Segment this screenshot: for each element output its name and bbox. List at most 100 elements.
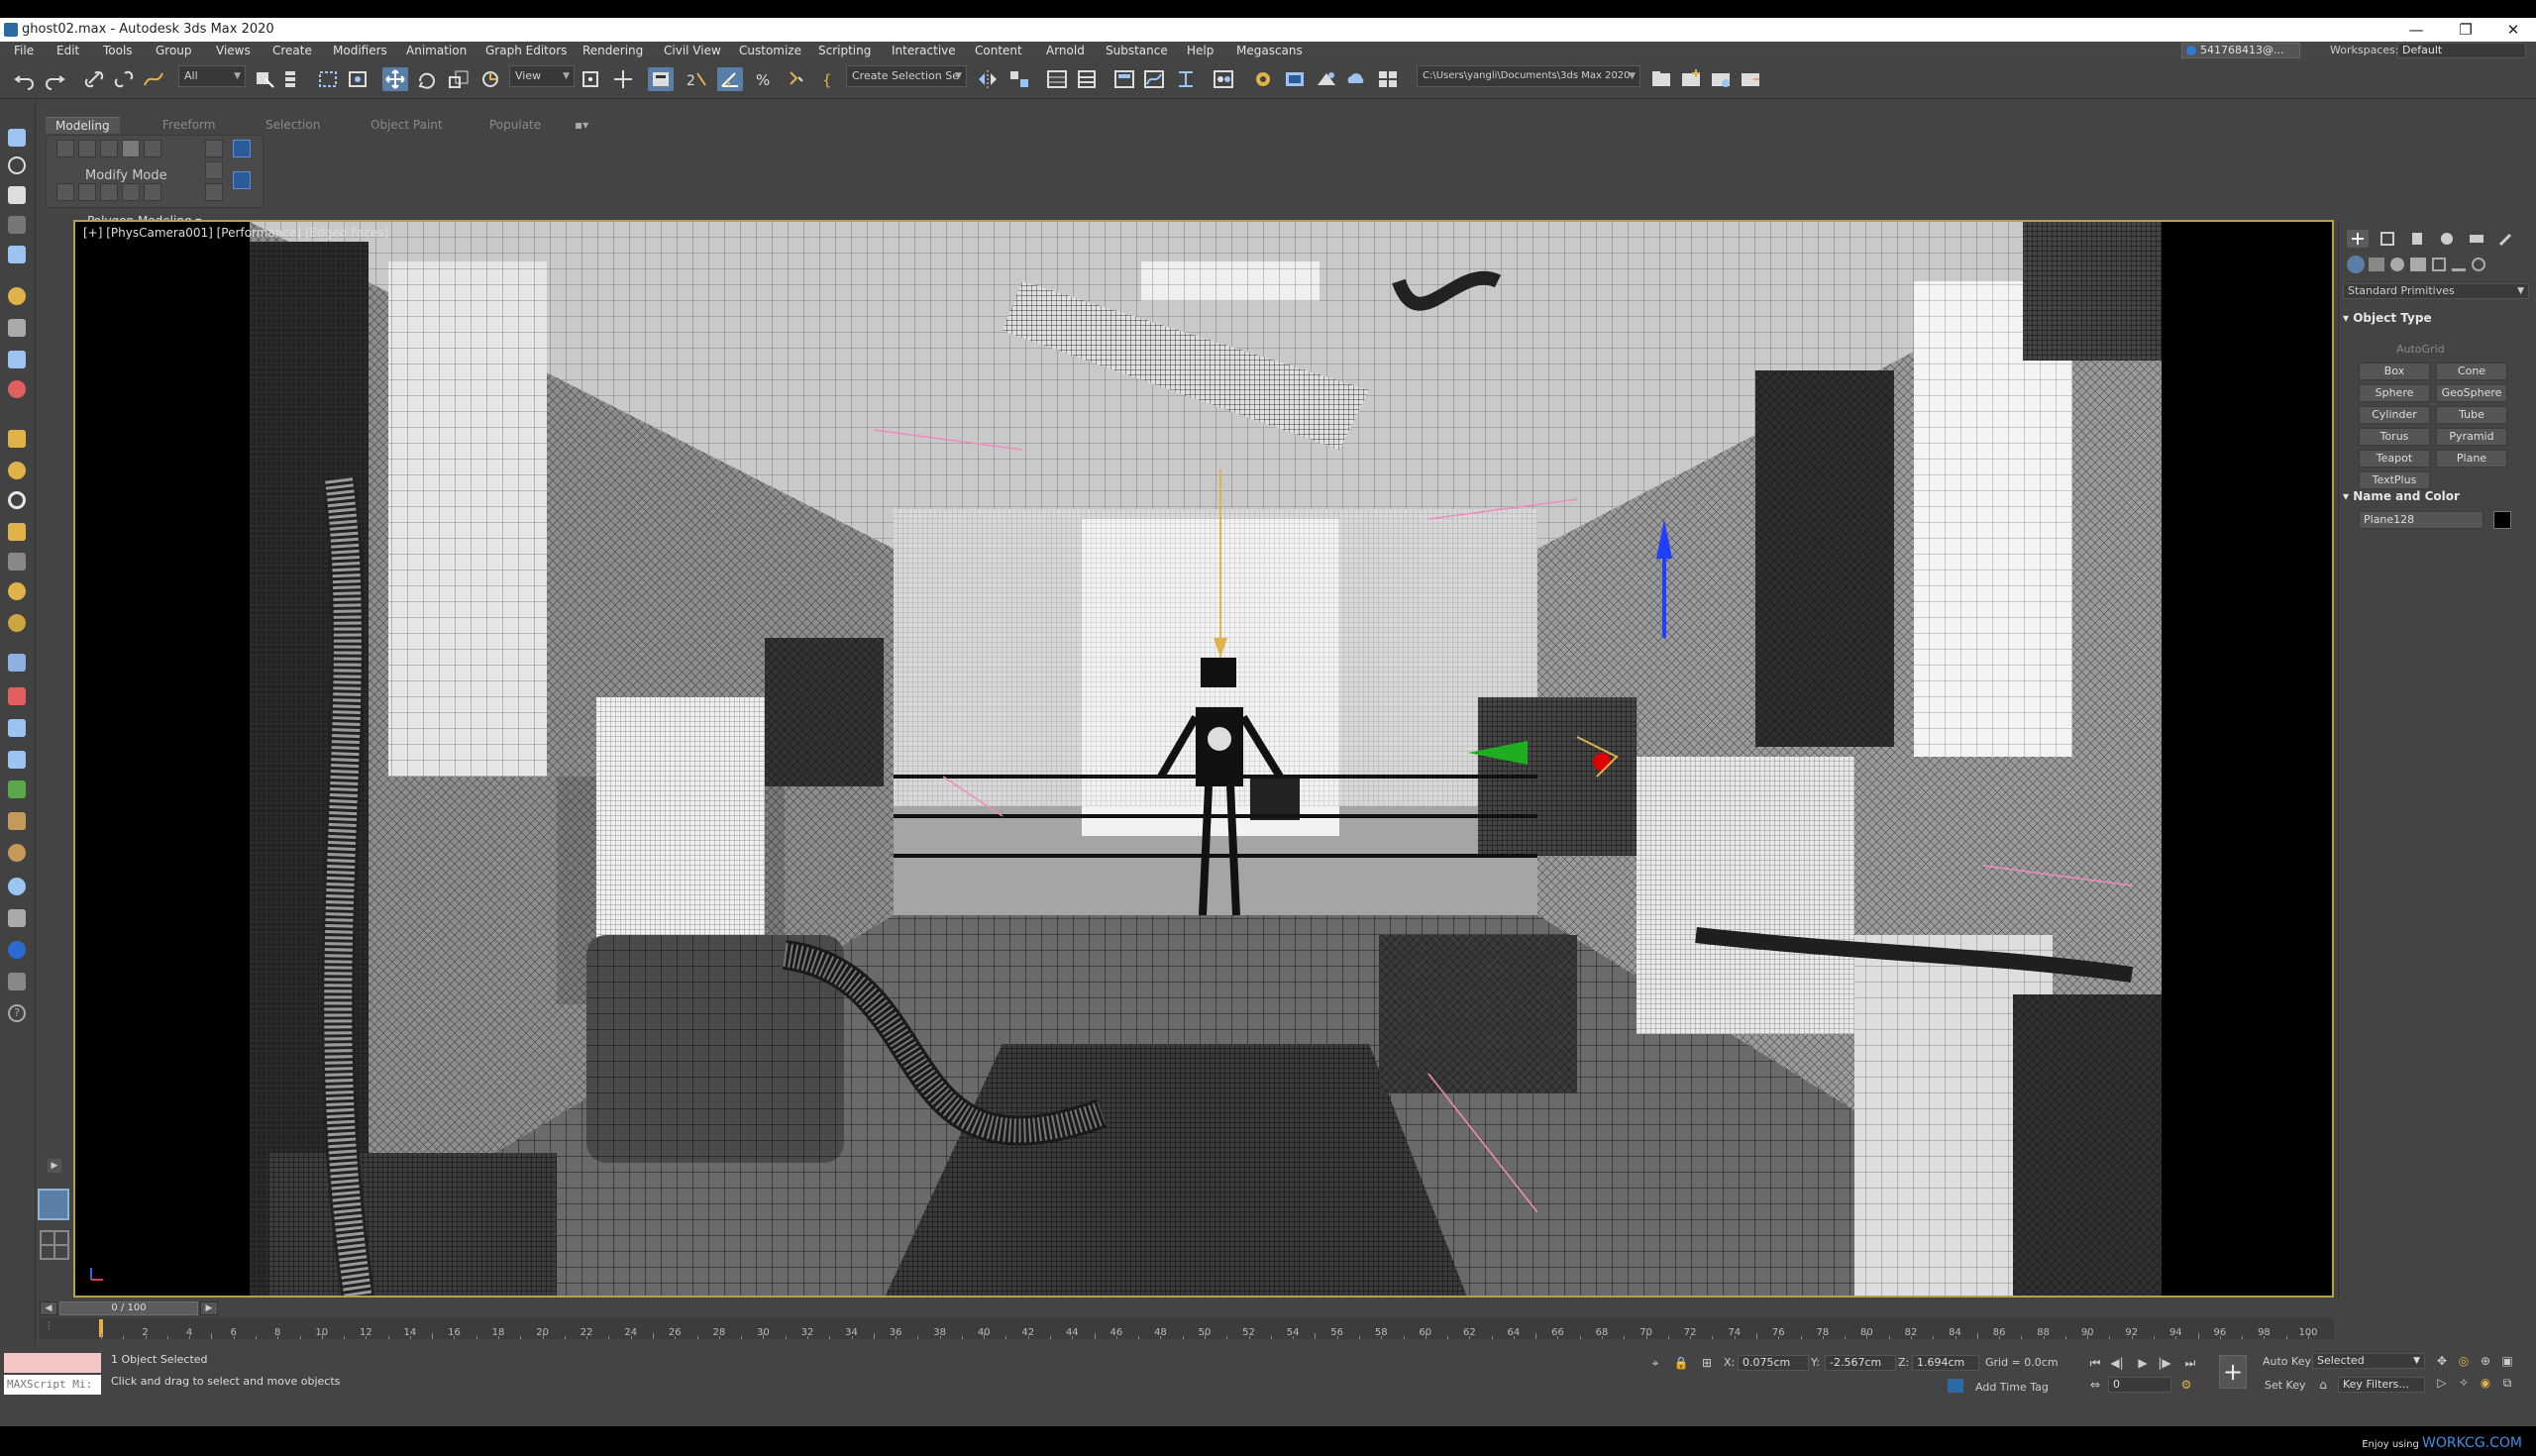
menu-modifiers[interactable]: Modifiers: [333, 43, 387, 58]
select-and-move-icon[interactable]: [382, 67, 408, 91]
scene-explorer-icon[interactable]: [1044, 67, 1070, 91]
sphere-icon[interactable]: [8, 462, 26, 479]
name-and-color-rollout[interactable]: ▾ Name and Color: [2343, 489, 2460, 503]
minimize-button[interactable]: —: [2393, 18, 2439, 42]
create-shape-icon[interactable]: [8, 156, 26, 174]
torus-button[interactable]: Torus: [2359, 428, 2430, 446]
select-manipulate-icon[interactable]: [610, 67, 636, 91]
angle-snap-icon[interactable]: [717, 67, 743, 91]
maxscript-input[interactable]: MAXScript Mi:: [4, 1375, 101, 1395]
menu-civil-view[interactable]: Civil View: [664, 43, 721, 58]
helper-icon[interactable]: [8, 351, 26, 368]
geosphere-icon[interactable]: [8, 614, 26, 632]
cylinder-icon[interactable]: [8, 523, 26, 541]
torus-icon[interactable]: [8, 491, 26, 509]
teapot-button[interactable]: Teapot: [2359, 450, 2430, 468]
tab-selection[interactable]: Selection: [265, 117, 320, 133]
project-refresh-icon[interactable]: [1738, 67, 1763, 91]
select-and-rotate-icon[interactable]: [414, 67, 440, 91]
project-settings-icon[interactable]: [1708, 67, 1734, 91]
textplus-button[interactable]: TextPlus: [2359, 471, 2430, 489]
box-icon[interactable]: [8, 430, 26, 448]
close-button[interactable]: ✕: [2490, 18, 2536, 42]
tool-icon[interactable]: [8, 844, 26, 862]
snaps-toggle-icon[interactable]: 2: [684, 67, 709, 91]
project-new-icon[interactable]: [1678, 67, 1704, 91]
cone-button[interactable]: Cone: [2436, 363, 2507, 380]
tool-icon[interactable]: [8, 780, 26, 798]
motion-icon[interactable]: [8, 246, 26, 263]
previous-frame-arrow[interactable]: ◀: [40, 1301, 57, 1315]
a360-gallery-icon[interactable]: [1375, 67, 1401, 91]
mirror-icon[interactable]: [975, 67, 1001, 91]
maximize-viewport-icon[interactable]: ⧉: [2498, 1375, 2516, 1391]
material-editor-icon[interactable]: [1211, 67, 1236, 91]
pan-icon[interactable]: ✥: [2433, 1353, 2451, 1369]
tool-icon[interactable]: [8, 973, 26, 990]
use-pivot-center-icon[interactable]: [579, 67, 604, 91]
edit-border-button[interactable]: [100, 140, 118, 157]
tool-icon[interactable]: [8, 878, 26, 895]
go-to-start-icon[interactable]: ⏮: [2086, 1355, 2104, 1371]
render-in-cloud-icon[interactable]: [1343, 67, 1369, 91]
reference-coordinate-dropdown[interactable]: View ▼: [509, 65, 575, 87]
key-filters-button[interactable]: Key Filters...: [2338, 1377, 2425, 1393]
key-mode-icon[interactable]: ⇔: [2086, 1377, 2104, 1393]
selection-filter-dropdown[interactable]: All ▼: [178, 65, 246, 87]
workspace-dropdown[interactable]: Default: [2397, 43, 2526, 58]
ribbon-blue-tool-button[interactable]: [233, 140, 251, 157]
menu-content[interactable]: Content: [975, 43, 1022, 58]
orbit-subobject-icon[interactable]: ◉: [2477, 1375, 2494, 1391]
auto-key-button[interactable]: Auto Key: [2263, 1355, 2311, 1368]
project-folder-dropdown[interactable]: C:\Users\yangli\Documents\3ds Max 2020 ▼: [1417, 65, 1640, 87]
tool-icon[interactable]: [8, 812, 26, 830]
shapes-category-icon[interactable]: [2369, 258, 2384, 271]
lights-category-icon[interactable]: [2390, 258, 2404, 271]
single-viewport-layout[interactable]: [38, 1189, 69, 1220]
field-of-view-icon[interactable]: ▷: [2433, 1375, 2451, 1391]
select-by-name-icon[interactable]: [281, 67, 307, 91]
curve-editor-icon[interactable]: [1141, 67, 1167, 91]
menu-arnold[interactable]: Arnold: [1046, 43, 1085, 58]
edit-polygon-button[interactable]: [122, 140, 140, 157]
tube-button[interactable]: Tube: [2436, 406, 2507, 424]
open-mini-curve-editor-icon[interactable]: ⫶: [48, 1321, 51, 1332]
help-icon[interactable]: ?: [8, 1004, 26, 1022]
menu-group[interactable]: Group: [156, 43, 192, 58]
menu-graph-editors[interactable]: Graph Editors: [485, 43, 567, 58]
helpers-category-icon[interactable]: [2432, 258, 2446, 271]
zoom-icon[interactable]: ⊕: [2477, 1353, 2494, 1369]
ribbon-tool-button[interactable]: [122, 183, 140, 201]
menu-substance[interactable]: Substance: [1106, 43, 1168, 58]
pyramid-button[interactable]: Pyramid: [2436, 428, 2507, 446]
menu-customize[interactable]: Customize: [739, 43, 801, 58]
motion-panel-tab[interactable]: [2436, 230, 2458, 248]
select-and-place-icon[interactable]: [477, 67, 503, 91]
link-icon[interactable]: [81, 67, 107, 91]
select-object-icon[interactable]: [252, 67, 277, 91]
scene-explorer-icon[interactable]: [8, 129, 26, 147]
account-dropdown[interactable]: 541768413@...: [2181, 43, 2300, 58]
object-type-rollout[interactable]: ▾ Object Type: [2343, 311, 2432, 325]
ribbon-toggle-icon[interactable]: [1111, 67, 1137, 91]
key-filter-icon[interactable]: ⌂: [2314, 1377, 2332, 1393]
tab-object-paint[interactable]: Object Paint: [370, 117, 443, 133]
ribbon-blue-tool-button[interactable]: [233, 171, 251, 189]
tool-icon[interactable]: [8, 719, 26, 737]
zoom-extents-icon[interactable]: ▣: [2498, 1353, 2516, 1369]
edit-named-selection-icon[interactable]: {: [818, 67, 844, 91]
project-open-icon[interactable]: [1648, 67, 1674, 91]
menu-rendering[interactable]: Rendering: [582, 43, 643, 58]
camera-icon[interactable]: [8, 319, 26, 337]
time-tag-icon[interactable]: [1948, 1379, 1963, 1393]
ribbon-options-icon[interactable]: ▪▾: [575, 117, 588, 133]
space-warps-category-icon[interactable]: [2452, 258, 2466, 271]
edit-vertex-button[interactable]: [56, 140, 74, 157]
next-frame-arrow[interactable]: ▶: [200, 1301, 218, 1315]
cameras-category-icon[interactable]: [2410, 258, 2426, 271]
light-icon[interactable]: [8, 287, 26, 305]
expand-arrow-icon[interactable]: ▶: [48, 1159, 61, 1173]
time-slider[interactable]: ◀ 0 / 100 ▶: [40, 1301, 2332, 1315]
menu-interactive[interactable]: Interactive: [892, 43, 956, 58]
render-setup-icon[interactable]: [1250, 67, 1276, 91]
